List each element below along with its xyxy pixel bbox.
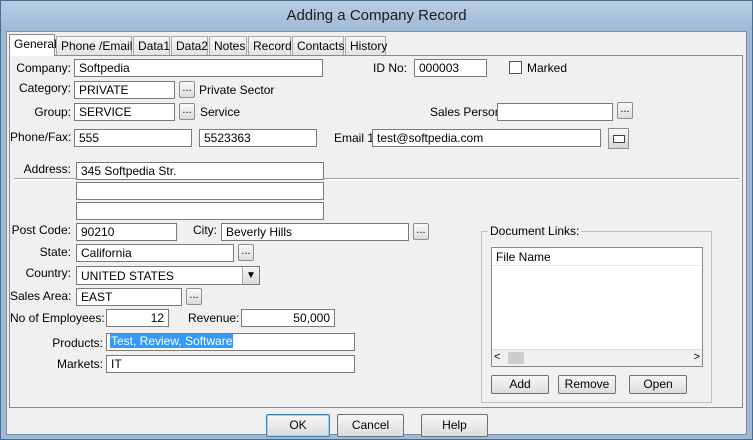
address-line-2[interactable] [76, 182, 324, 200]
id-input[interactable]: 000003 [414, 59, 487, 77]
open-document-button[interactable]: Open [629, 375, 687, 394]
state-label: State: [39, 245, 71, 259]
dialog-window: Adding a Company Record General Phone /E… [0, 0, 753, 440]
city-browse-button[interactable]: ... [413, 223, 429, 240]
state-input[interactable]: California [76, 244, 234, 262]
tab-data1[interactable]: Data1 [133, 36, 170, 56]
category-browse-button[interactable]: ... [179, 81, 195, 98]
sales-person-browse-button[interactable]: ... [617, 102, 633, 119]
phone-fax-label: Phone/Fax: [10, 130, 72, 144]
tab-contacts[interactable]: Contacts [292, 36, 344, 56]
category-description: Private Sector [199, 83, 275, 97]
chevron-down-icon[interactable]: ▼ [242, 267, 259, 284]
horizontal-scrollbar[interactable]: < > [492, 349, 702, 366]
country-select-value: UNITED STATES [81, 269, 174, 283]
products-selected-text: Test, Review, Software [110, 334, 234, 348]
phone-input[interactable]: 555 [74, 129, 192, 147]
address-line-1[interactable]: 345 Softpedia Str. [76, 162, 324, 180]
file-name-column-header[interactable]: File Name [492, 248, 702, 266]
tab-phone-email[interactable]: Phone /Email [56, 36, 132, 56]
group-description: Service [200, 105, 241, 119]
scroll-right-icon[interactable]: > [694, 351, 700, 363]
tab-notes[interactable]: Notes [209, 36, 247, 56]
ok-button[interactable]: OK [266, 414, 330, 437]
sales-area-input[interactable]: EAST [76, 288, 182, 306]
city-label: City: [193, 223, 217, 237]
envelope-icon[interactable] [608, 128, 629, 149]
marked-label: Marked [527, 61, 568, 75]
window-title: Adding a Company Record [1, 1, 752, 31]
help-button[interactable]: Help [421, 414, 488, 437]
general-panel: Company: Softpedia ID No: 000003 Marked … [9, 55, 743, 408]
sales-area-browse-button[interactable]: ... [186, 288, 202, 305]
category-input[interactable]: PRIVATE [74, 81, 175, 99]
state-browse-button[interactable]: ... [238, 244, 254, 261]
group-label: Group: [34, 105, 71, 119]
markets-input[interactable]: IT [106, 355, 355, 373]
marked-checkbox[interactable] [509, 61, 522, 74]
company-label: Company: [16, 61, 71, 75]
document-links-label: Document Links: [488, 224, 582, 238]
email-label: Email 1: [334, 131, 378, 145]
city-input[interactable]: Beverly Hills [221, 223, 409, 241]
group-input[interactable]: SERVICE [74, 103, 175, 121]
markets-label: Markets: [56, 357, 103, 371]
employees-input[interactable]: 12 [106, 309, 169, 327]
revenue-label: Revenue: [188, 311, 240, 325]
revenue-input[interactable]: 50,000 [241, 309, 335, 327]
email-input[interactable]: test@softpedia.com [372, 129, 601, 147]
tab-data2[interactable]: Data2 [171, 36, 208, 56]
tab-general[interactable]: General [9, 34, 57, 56]
fax-input[interactable]: 5523363 [199, 129, 317, 147]
tab-record[interactable]: Record [248, 36, 292, 56]
id-label: ID No: [373, 61, 408, 75]
sales-area-label: Sales Area: [10, 289, 72, 303]
postcode-input[interactable]: 90210 [76, 223, 177, 241]
employees-label: No of Employees: [10, 311, 105, 325]
country-label: Country: [25, 266, 71, 280]
document-list[interactable]: File Name < > [491, 247, 703, 367]
scroll-left-icon[interactable]: < [494, 351, 500, 363]
dialog-client: General Phone /Email Data1 Data2 Notes R… [6, 31, 747, 437]
category-label: Category: [18, 81, 71, 95]
tab-history[interactable]: History [345, 36, 387, 56]
company-input[interactable]: Softpedia [74, 59, 323, 77]
products-label: Products: [52, 336, 103, 350]
postcode-label: Post Code: [11, 223, 71, 237]
sales-person-input[interactable] [497, 103, 613, 121]
cancel-button[interactable]: Cancel [337, 414, 404, 437]
scroll-thumb[interactable] [508, 352, 524, 364]
products-input[interactable]: Test, Review, Software [106, 333, 355, 351]
group-browse-button[interactable]: ... [179, 103, 195, 120]
remove-document-button[interactable]: Remove [558, 375, 616, 394]
country-select[interactable]: UNITED STATES ▼ [76, 266, 260, 285]
address-line-3[interactable] [76, 202, 324, 220]
address-label: Address: [23, 162, 71, 176]
sales-person-label: Sales Person: [430, 105, 505, 119]
add-document-button[interactable]: Add [491, 375, 549, 394]
document-links-group: Document Links: File Name < > Add Remove… [481, 224, 712, 403]
